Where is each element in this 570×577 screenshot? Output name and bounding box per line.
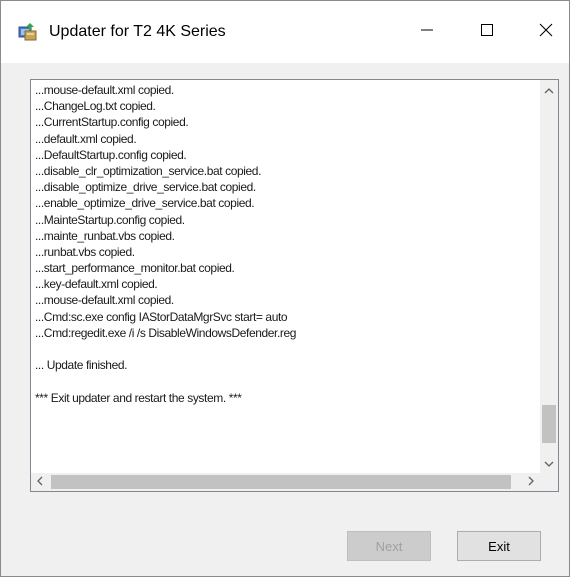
log-line: ...Cmd:regedit.exe /i /s DisableWindowsD… <box>35 325 297 340</box>
log-line: ...enable_optimize_drive_service.bat cop… <box>35 196 255 211</box>
log-line: ...disable_optimize_drive_service.bat co… <box>35 180 256 195</box>
chevron-up-icon <box>544 82 554 100</box>
window-title: Updater for T2 4K Series <box>49 23 226 40</box>
exit-button[interactable]: Exit <box>457 531 541 561</box>
title-bar[interactable]: Updater for T2 4K Series <box>1 1 569 63</box>
minimize-button[interactable] <box>404 11 450 53</box>
horizontal-scroll-thumb[interactable] <box>51 475 511 489</box>
log-line: ...mouse-default.xml copied. <box>35 83 174 97</box>
scroll-right-button[interactable] <box>522 473 540 491</box>
horizontal-scrollbar[interactable] <box>31 473 540 491</box>
log-line: ...CurrentStartup.config copied. <box>35 115 189 130</box>
scroll-down-button[interactable] <box>540 455 558 473</box>
chevron-left-icon <box>36 473 44 491</box>
vertical-scrollbar[interactable] <box>540 80 558 473</box>
log-line: ...start_performance_monitor.bat copied. <box>35 261 235 276</box>
log-text-area: ...mouse-default.xml copied. ...ChangeLog… <box>35 82 538 473</box>
vertical-scroll-thumb[interactable] <box>542 405 556 443</box>
log-line: ...mouse-default.xml copied. <box>35 293 174 308</box>
scroll-up-button[interactable] <box>540 82 558 100</box>
log-output-box[interactable]: ...mouse-default.xml copied. ...ChangeLog… <box>30 79 559 492</box>
chevron-down-icon <box>544 455 554 473</box>
scrollbar-corner <box>540 473 558 491</box>
chevron-right-icon <box>527 473 535 491</box>
log-line: ...runbat.vbs copied. <box>35 244 135 259</box>
minimize-icon <box>420 23 434 42</box>
log-line: ... Update finished. <box>35 358 128 373</box>
next-button[interactable]: Next <box>347 531 431 561</box>
log-line: ...default.xml copied. <box>35 131 137 146</box>
log-line: ...MainteStartup.config copied. <box>35 212 185 227</box>
log-line: ...disable_clr_optimization_service.bat … <box>35 163 261 178</box>
close-button[interactable] <box>523 11 569 53</box>
log-line: ...Cmd:sc.exe config IAStorDataMgrSvc st… <box>35 309 288 324</box>
log-line: *** Exit updater and restart the system.… <box>35 390 242 405</box>
maximize-button[interactable] <box>464 11 510 53</box>
log-line: ...key-default.xml copied. <box>35 277 158 292</box>
log-line: ...ChangeLog.txt copied. <box>35 99 156 114</box>
installer-app-icon <box>18 22 38 42</box>
close-icon <box>539 23 553 42</box>
log-line: ...DefaultStartup.config copied. <box>35 147 187 162</box>
updater-window: Updater for T2 4K Series ...mouse-defaul… <box>0 0 570 577</box>
scroll-left-button[interactable] <box>31 473 49 491</box>
log-line: ...mainte_runbat.vbs copied. <box>35 228 175 243</box>
maximize-icon <box>480 23 494 42</box>
